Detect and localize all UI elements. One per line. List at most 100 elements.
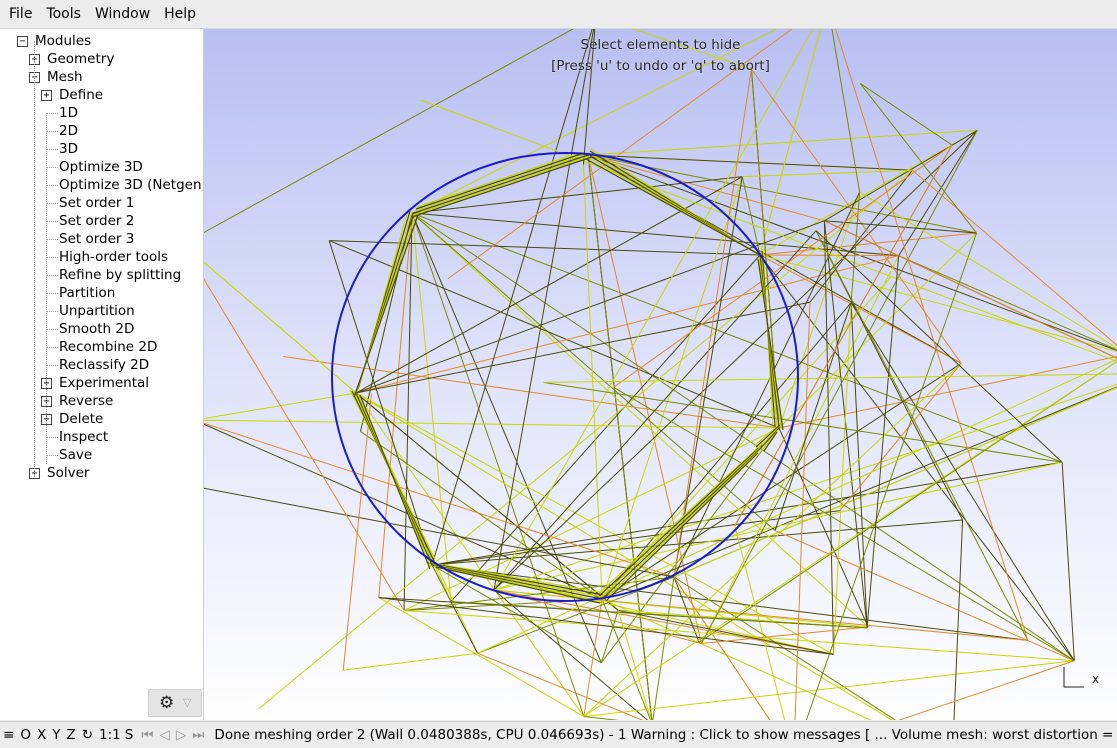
mesh-edge	[778, 427, 869, 628]
mesh-edge	[411, 29, 778, 214]
tree-connector	[46, 239, 58, 240]
mesh-edge	[493, 129, 978, 591]
menu-help[interactable]: Help	[159, 0, 201, 28]
tree-item-mesh[interactable]: Mesh	[47, 68, 83, 86]
tree-item-solver[interactable]: Solver	[47, 464, 89, 482]
tree-connector	[46, 185, 58, 186]
tree-connector	[34, 41, 35, 477]
tree-connector	[46, 275, 58, 276]
tree-item-set-order-3[interactable]: Set order 3	[59, 230, 134, 248]
tree-connector	[46, 347, 58, 348]
mesh-edge	[824, 129, 978, 222]
collapse-icon[interactable]: −	[17, 36, 28, 47]
tree-item-set-order-2[interactable]: Set order 2	[59, 212, 134, 230]
tree-item-smooth-2d[interactable]: Smooth 2D	[59, 320, 134, 338]
options-button[interactable]: ⚙ ▽	[148, 689, 202, 717]
menu-icon[interactable]: ≡	[3, 727, 14, 743]
tree-item-reclassify-2d[interactable]: Reclassify 2D	[59, 356, 149, 374]
tree-item-optimize-3d[interactable]: Optimize 3D	[59, 158, 143, 176]
tree-item-3d[interactable]: 3D	[59, 140, 78, 158]
mesh-edge	[912, 169, 1117, 346]
mesh-edge	[953, 520, 964, 720]
rotate-icon[interactable]: ↻	[82, 727, 93, 743]
tree-item-refine-by-splitting[interactable]: Refine by splitting	[59, 266, 181, 284]
tree-item-1d[interactable]: 1D	[59, 104, 78, 122]
mesh-edge	[411, 156, 593, 218]
mesh-drawing	[204, 29, 1117, 720]
tree-item-reverse[interactable]: Reverse	[59, 392, 113, 410]
mesh-edge	[859, 82, 953, 146]
tree-item-recombine-2d[interactable]: Recombine 2D	[59, 338, 157, 356]
tree-item-set-order-1[interactable]: Set order 1	[59, 194, 134, 212]
tree-connector	[46, 365, 58, 366]
tree-item-geometry[interactable]: Geometry	[47, 50, 114, 68]
tree-item-2d[interactable]: 2D	[59, 122, 78, 140]
tree-item-optimize-3d-netgen[interactable]: Optimize 3D (Netgen)	[59, 176, 203, 194]
dropdown-triangle-icon: ▽	[183, 696, 192, 709]
mesh-edge	[751, 68, 962, 364]
mesh-edge	[328, 240, 433, 566]
mesh-edge	[435, 566, 601, 604]
skip-first-icon[interactable]: ⏮	[141, 727, 153, 743]
mesh-edge	[416, 151, 583, 208]
tree-connector	[46, 221, 58, 222]
tree-item-inspect[interactable]: Inspect	[59, 428, 108, 446]
mesh-edge	[343, 652, 478, 671]
tree-connector	[46, 149, 58, 150]
mesh-edge	[411, 212, 1063, 463]
mesh-edge	[815, 230, 1029, 641]
menu-file[interactable]: File	[4, 0, 37, 28]
mesh-edge	[493, 461, 1063, 591]
tree-connector	[46, 329, 58, 330]
menu-tools[interactable]: Tools	[41, 0, 86, 28]
mesh-edge	[833, 302, 852, 655]
axis-x-button[interactable]: X	[37, 727, 46, 743]
play-icon[interactable]: ▷	[176, 727, 186, 743]
tree-item-modules[interactable]: Modules	[35, 32, 91, 50]
gear-icon: ⚙	[159, 693, 175, 713]
expand-icon[interactable]: +	[41, 90, 52, 101]
status-message[interactable]: Done meshing order 2 (Wall 0.0480388s, C…	[214, 727, 1117, 743]
menu-bar: File Tools Window Help	[0, 0, 1117, 29]
tree-item-high-order-tools[interactable]: High-order tools	[59, 248, 168, 266]
mesh-edge	[859, 83, 977, 234]
tree-item-experimental[interactable]: Experimental	[59, 374, 149, 392]
mesh-edge	[329, 240, 761, 256]
axis-z-button[interactable]: Z	[66, 727, 75, 743]
mesh-edge	[778, 191, 861, 429]
mesh-edge	[342, 393, 373, 671]
tree-connector	[46, 257, 58, 258]
mesh-edge	[477, 652, 644, 720]
tree-item-partition[interactable]: Partition	[59, 284, 115, 302]
tree-item-save[interactable]: Save	[59, 446, 92, 464]
menu-window[interactable]: Window	[90, 0, 155, 28]
mesh-edge	[204, 487, 675, 578]
tree-connector	[46, 113, 47, 464]
axis-o-button[interactable]: O	[20, 727, 31, 743]
tree-connector	[46, 131, 58, 132]
mesh-edge	[587, 154, 913, 171]
graphics-viewport[interactable]: Select elements to hide [Press 'u' to un…	[204, 29, 1117, 720]
select-button[interactable]: S	[125, 727, 134, 743]
mesh-edge	[652, 576, 675, 720]
mesh-edge	[378, 597, 585, 717]
mesh-edge	[427, 562, 605, 596]
mesh-edge	[601, 176, 743, 600]
step-back-icon[interactable]: ◁	[159, 727, 169, 743]
mesh-edge	[411, 176, 743, 214]
mesh-edge	[673, 191, 861, 578]
axis-y-button[interactable]: Y	[52, 727, 60, 743]
mesh-edge	[204, 423, 603, 600]
skip-last-icon[interactable]: ⏭	[192, 727, 204, 743]
mesh-edge	[823, 220, 835, 655]
tree-item-delete[interactable]: Delete	[59, 410, 103, 428]
tree-item-define[interactable]: Define	[59, 86, 103, 104]
mesh-edge	[204, 261, 357, 394]
status-bar: ≡ O X Y Z ↻ 1:1 S ⏮ ◁ ▷ ⏭ Done meshing o…	[0, 721, 1117, 748]
mesh-edge	[774, 302, 852, 531]
mesh-edge	[543, 373, 1117, 383]
module-tree: Modules − Geometry + Mesh − Define +1D 2D 3D Optim…	[0, 29, 204, 720]
svg-text:x: x	[1092, 672, 1099, 686]
scale-button[interactable]: 1:1	[99, 727, 121, 743]
tree-item-unpartition[interactable]: Unpartition	[59, 302, 135, 320]
